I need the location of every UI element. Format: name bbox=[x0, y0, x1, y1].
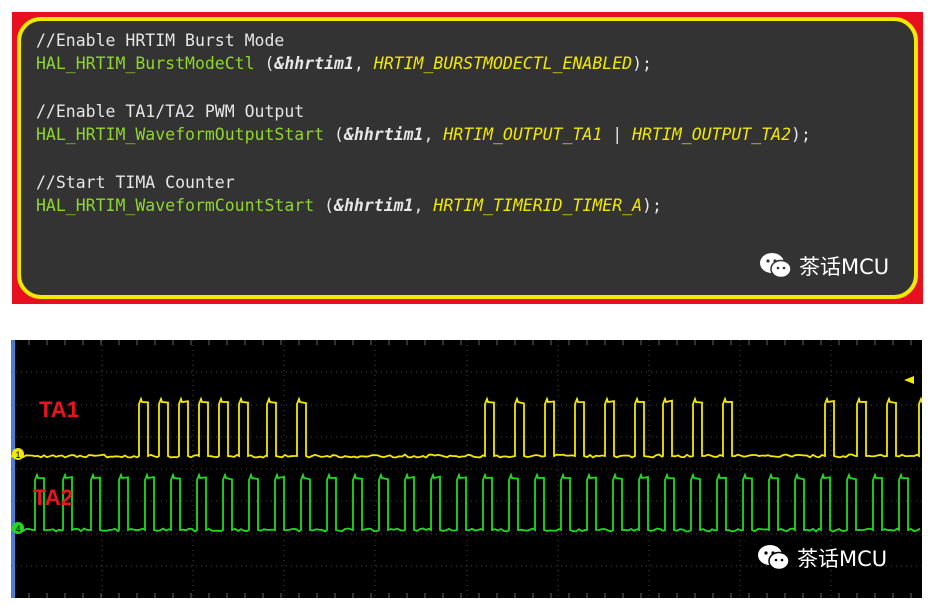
ta2-waveform bbox=[11, 475, 920, 532]
code-comment-counter: //Start TIMA Counter bbox=[36, 173, 235, 193]
paren: ( bbox=[314, 196, 334, 215]
paren: ( bbox=[324, 125, 344, 144]
oscilloscope-screen: 1 4 TA1 TA2 茶话MCU bbox=[11, 340, 922, 598]
ch2-marker-text: 4 bbox=[15, 524, 20, 534]
ch1-marker-text: 1 bbox=[15, 450, 20, 460]
code-panel: //Enable HRTIM Burst Mode HAL_HRTIM_Burs… bbox=[17, 17, 918, 299]
watermark: 茶话MCU bbox=[759, 251, 889, 281]
code-comment-burst: //Enable HRTIM Burst Mode bbox=[36, 31, 284, 51]
code-line-burst: HAL_HRTIM_BurstModeCtl (&hhrtim1, HRTIM_… bbox=[36, 54, 652, 74]
paren-close: ); bbox=[632, 54, 652, 73]
comma: , bbox=[423, 125, 443, 144]
handle-arg: &hhrtim1 bbox=[344, 125, 423, 144]
ta2-label: TA2 bbox=[33, 485, 73, 511]
code-line-output: HAL_HRTIM_WaveformOutputStart (&hhrtim1,… bbox=[36, 125, 811, 145]
arg-burst-enabled: HRTIM_BURSTMODECTL_ENABLED bbox=[374, 54, 632, 73]
comma: , bbox=[354, 54, 374, 73]
paren: ( bbox=[255, 54, 275, 73]
arg-timer-a: HRTIM_TIMERID_TIMER_A bbox=[433, 196, 642, 215]
arg-output-ta2: HRTIM_OUTPUT_TA2 bbox=[632, 125, 791, 144]
code-line-counter: HAL_HRTIM_WaveformCountStart (&hhrtim1, … bbox=[36, 196, 662, 216]
code-comment-output: //Enable TA1/TA2 PWM Output bbox=[36, 102, 304, 122]
trigger-arrow-icon[interactable] bbox=[904, 376, 914, 384]
watermark-text: 茶话MCU bbox=[799, 251, 889, 281]
handle-arg: &hhrtim1 bbox=[334, 196, 413, 215]
ch1-marker[interactable]: 1 bbox=[12, 448, 24, 460]
wechat-icon bbox=[759, 252, 793, 280]
ta1-waveform bbox=[11, 399, 922, 458]
wechat-icon bbox=[757, 544, 791, 572]
paren-close: ); bbox=[791, 125, 811, 144]
ta1-label: TA1 bbox=[39, 397, 79, 423]
function-name: HAL_HRTIM_WaveformCountStart bbox=[36, 196, 314, 215]
paren-close: ); bbox=[642, 196, 662, 215]
arg-output-ta1: HRTIM_OUTPUT_TA1 bbox=[443, 125, 602, 144]
function-name: HAL_HRTIM_BurstModeCtl bbox=[36, 54, 255, 73]
function-name: HAL_HRTIM_WaveformOutputStart bbox=[36, 125, 324, 144]
watermark-scope: 茶话MCU bbox=[757, 543, 887, 573]
ch2-marker[interactable]: 4 bbox=[12, 522, 24, 534]
pipe: | bbox=[602, 125, 632, 144]
comma: , bbox=[414, 196, 434, 215]
handle-arg: &hhrtim1 bbox=[274, 54, 353, 73]
watermark-text: 茶话MCU bbox=[797, 543, 887, 573]
